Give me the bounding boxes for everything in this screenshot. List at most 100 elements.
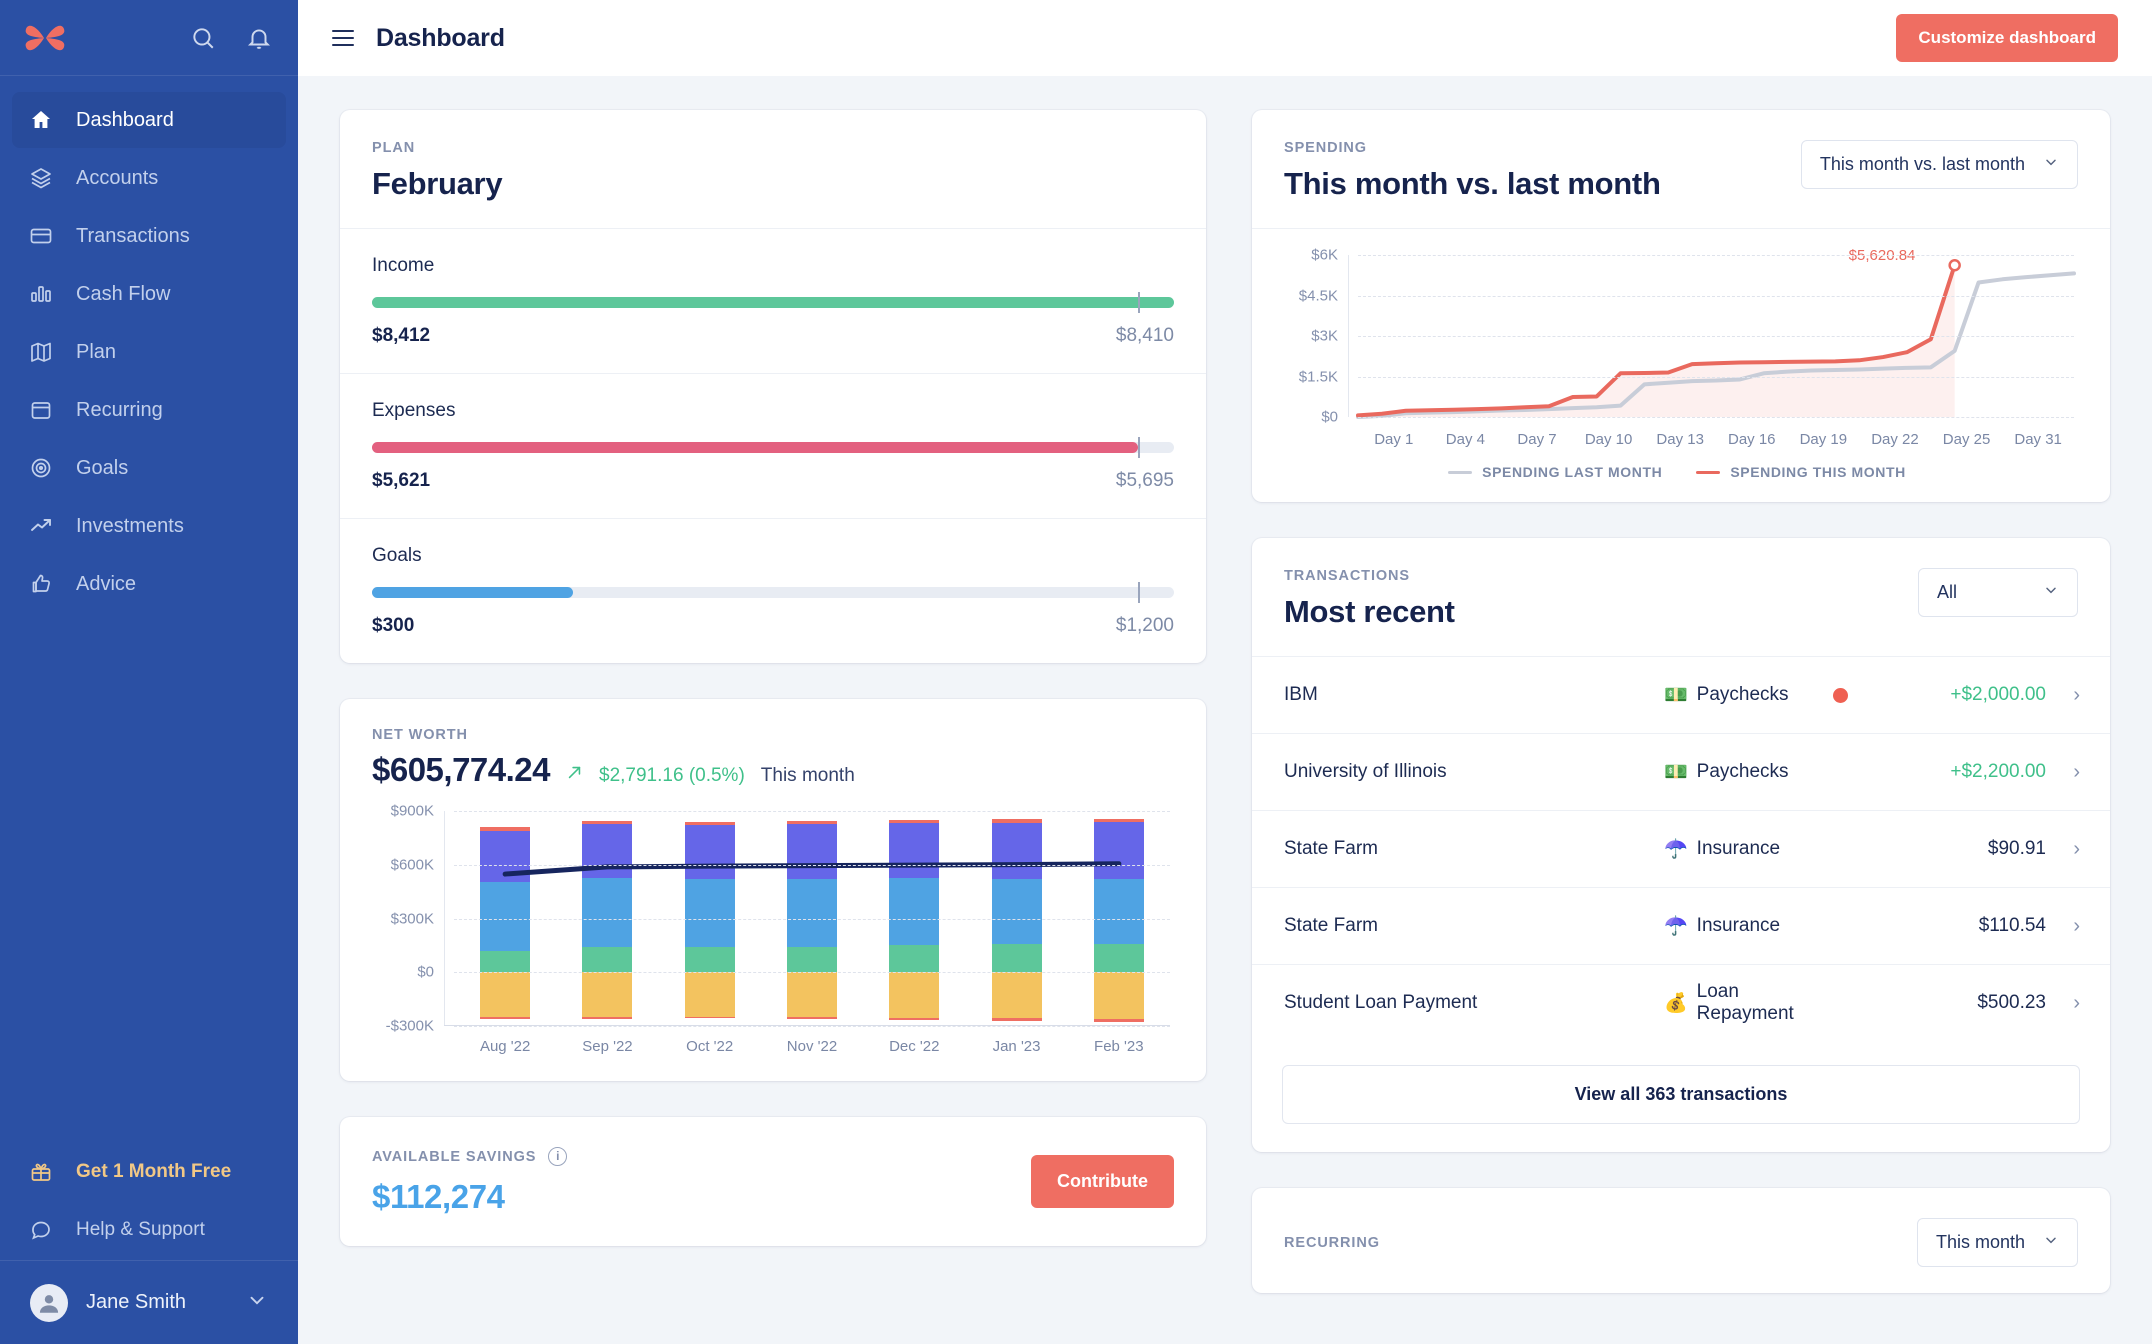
progress-target-marker [1137,582,1140,603]
butterfly-logo[interactable] [22,21,68,55]
net-worth-header: NET WORTH $605,774.24 $2,791.16 (0.5%) T… [340,699,1206,789]
recurring-period-select[interactable]: This month [1916,1218,2078,1267]
transaction-category: 💵 Paychecks [1664,683,1833,707]
legend-item-this-month: SPENDING THIS MONTH [1696,464,1906,480]
bar-chart-icon [28,281,54,307]
x-tick-label: Nov '22 [786,1038,838,1055]
transaction-merchant: University of Illinois [1284,761,1447,782]
plan-row-label: Expenses [372,400,456,421]
sidebar-item-goals[interactable]: Goals [12,440,286,496]
help-label: Help & Support [76,1219,205,1240]
sidebar-item-investments[interactable]: Investments [12,498,286,554]
chevron-down-icon [2043,582,2059,603]
plan-card: PLAN February Income $8,412 $8,410 Expen… [340,110,1206,663]
sidebar-item-label: Goals [76,456,129,479]
get-one-month-free-button[interactable]: Get 1 Month Free [12,1144,286,1200]
category-emoji-icon: 💰 [1664,993,1688,1014]
spending-period-select[interactable]: This month vs. last month [1800,140,2078,189]
net-worth-chart: -$300K $0 $300K $600K $900K Aug '22 Sep '22 Oc… [340,789,1206,1081]
progress-target-marker [1137,292,1140,313]
transactions-card-header: TRANSACTIONS Most recent All [1252,538,2110,656]
plan-eyebrow: PLAN [372,140,416,156]
category-emoji-icon: ☂️ [1664,916,1688,937]
sidebar-item-cash-flow[interactable]: Cash Flow [12,266,286,322]
plan-row-income[interactable]: Income $8,412 $8,410 [340,229,1206,373]
table-row[interactable]: Student Loan Payment 💰 Loan Repayment $5… [1252,964,2110,1041]
plan-row-actual: $300 [372,615,415,636]
chevron-right-icon[interactable]: › [2046,838,2080,861]
net-worth-period: This month [760,765,855,786]
sidebar-item-label: Transactions [76,224,190,247]
promo-label: Get 1 Month Free [76,1161,232,1182]
search-icon[interactable] [190,25,216,51]
contribute-button[interactable]: Contribute [1031,1155,1174,1208]
sidebar-item-accounts[interactable]: Accounts [12,150,286,206]
category-emoji-icon: 💵 [1664,762,1688,783]
gridline [1358,417,2074,418]
transaction-category: 💰 Loan Repayment [1664,981,1833,1025]
chevron-right-icon[interactable]: › [2046,992,2080,1015]
transaction-amount: +$2,200.00 [1950,761,2046,782]
info-icon[interactable]: i [548,1147,568,1166]
transaction-amount: +$2,000.00 [1950,684,2046,705]
progress-fill [372,587,573,598]
spending-y-axis: $0 $1.5K $3K $4.5K $6K [1274,247,1348,426]
plan-row-target: $8,410 [1115,325,1174,346]
chevron-right-icon[interactable]: › [2046,684,2080,707]
chevron-down-icon[interactable] [246,1289,268,1317]
y-tick-label: $1.5K [1298,368,1338,385]
sidebar-item-plan[interactable]: Plan [12,324,286,380]
plan-row-goals[interactable]: Goals $300 $1,200 [340,518,1206,663]
legend-label: SPENDING THIS MONTH [1730,464,1906,480]
topbar: Dashboard Customize dashboard [298,0,2152,76]
table-row[interactable]: State Farm ☂️ Insurance $110.54 › [1252,887,2110,964]
chevron-down-icon [2043,154,2059,175]
transaction-category: ☂️ Insurance [1664,837,1833,861]
table-row[interactable]: State Farm ☂️ Insurance $90.91 › [1252,810,2110,887]
transaction-merchant: Student Loan Payment [1284,992,1478,1013]
transaction-category: 💵 Paychecks [1664,760,1833,784]
transaction-merchant: State Farm [1284,915,1378,936]
y-tick-label: $0 [417,963,434,981]
sidebar-item-label: Accounts [76,166,159,189]
help-and-support-button[interactable]: Help & Support [12,1202,286,1258]
sidebar-item-dashboard[interactable]: Dashboard [12,92,286,148]
bell-icon[interactable] [246,25,272,51]
customize-dashboard-button[interactable]: Customize dashboard [1896,14,2118,62]
chevron-right-icon[interactable]: › [2046,761,2080,784]
y-tick-label: $4.5K [1298,287,1338,304]
sidebar-item-recurring[interactable]: Recurring [12,382,286,438]
y-tick-label: $900K [390,802,434,820]
transaction-merchant: IBM [1284,684,1318,705]
spending-plot-area: $5,620.84 [1348,247,2076,419]
x-tick-label: Aug '22 [479,1038,531,1055]
view-all-wrapper: View all 363 transactions [1252,1041,2110,1152]
view-all-transactions-button[interactable]: View all 363 transactions [1282,1065,2080,1124]
sidebar-item-transactions[interactable]: Transactions [12,208,286,264]
x-tick-label: Day 10 [1584,431,1633,448]
sidebar-item-advice[interactable]: Advice [12,556,286,612]
left-column: PLAN February Income $8,412 $8,410 Expen… [340,110,1206,1344]
x-tick-label: Jan '23 [992,1038,1041,1055]
table-row[interactable]: University of Illinois 💵 Paychecks +$2,2… [1252,733,2110,810]
progress-fill [372,442,1138,453]
transactions-filter-select[interactable]: All [1918,568,2078,617]
chevron-right-icon[interactable]: › [2046,915,2080,938]
gridline [1358,255,2074,256]
plan-row-expenses[interactable]: Expenses $5,621 $5,695 [340,373,1206,518]
transactions-eyebrow: TRANSACTIONS [1284,568,1410,584]
right-column: SPENDING This month vs. last month This … [1252,110,2110,1344]
gridline [1358,376,2074,378]
progress-fill [372,297,1174,308]
x-tick-label: Sep '22 [582,1038,633,1055]
recurring-card-header: RECURRING This month [1252,1188,2110,1293]
x-tick-label: Day 19 [1799,431,1848,448]
table-row[interactable]: IBM 💵 Paychecks +$2,000.00 › [1252,656,2110,733]
user-menu[interactable]: Jane Smith [0,1260,298,1344]
sidebar-nav: Dashboard Accounts Transactions Cash Flo… [0,76,298,614]
plan-row-label: Goals [372,545,422,566]
hamburger-menu-icon[interactable] [332,30,354,46]
sidebar-item-label: Investments [76,514,184,537]
x-tick-label: Day 4 [1445,431,1485,448]
arrow-up-right-icon [566,764,583,786]
